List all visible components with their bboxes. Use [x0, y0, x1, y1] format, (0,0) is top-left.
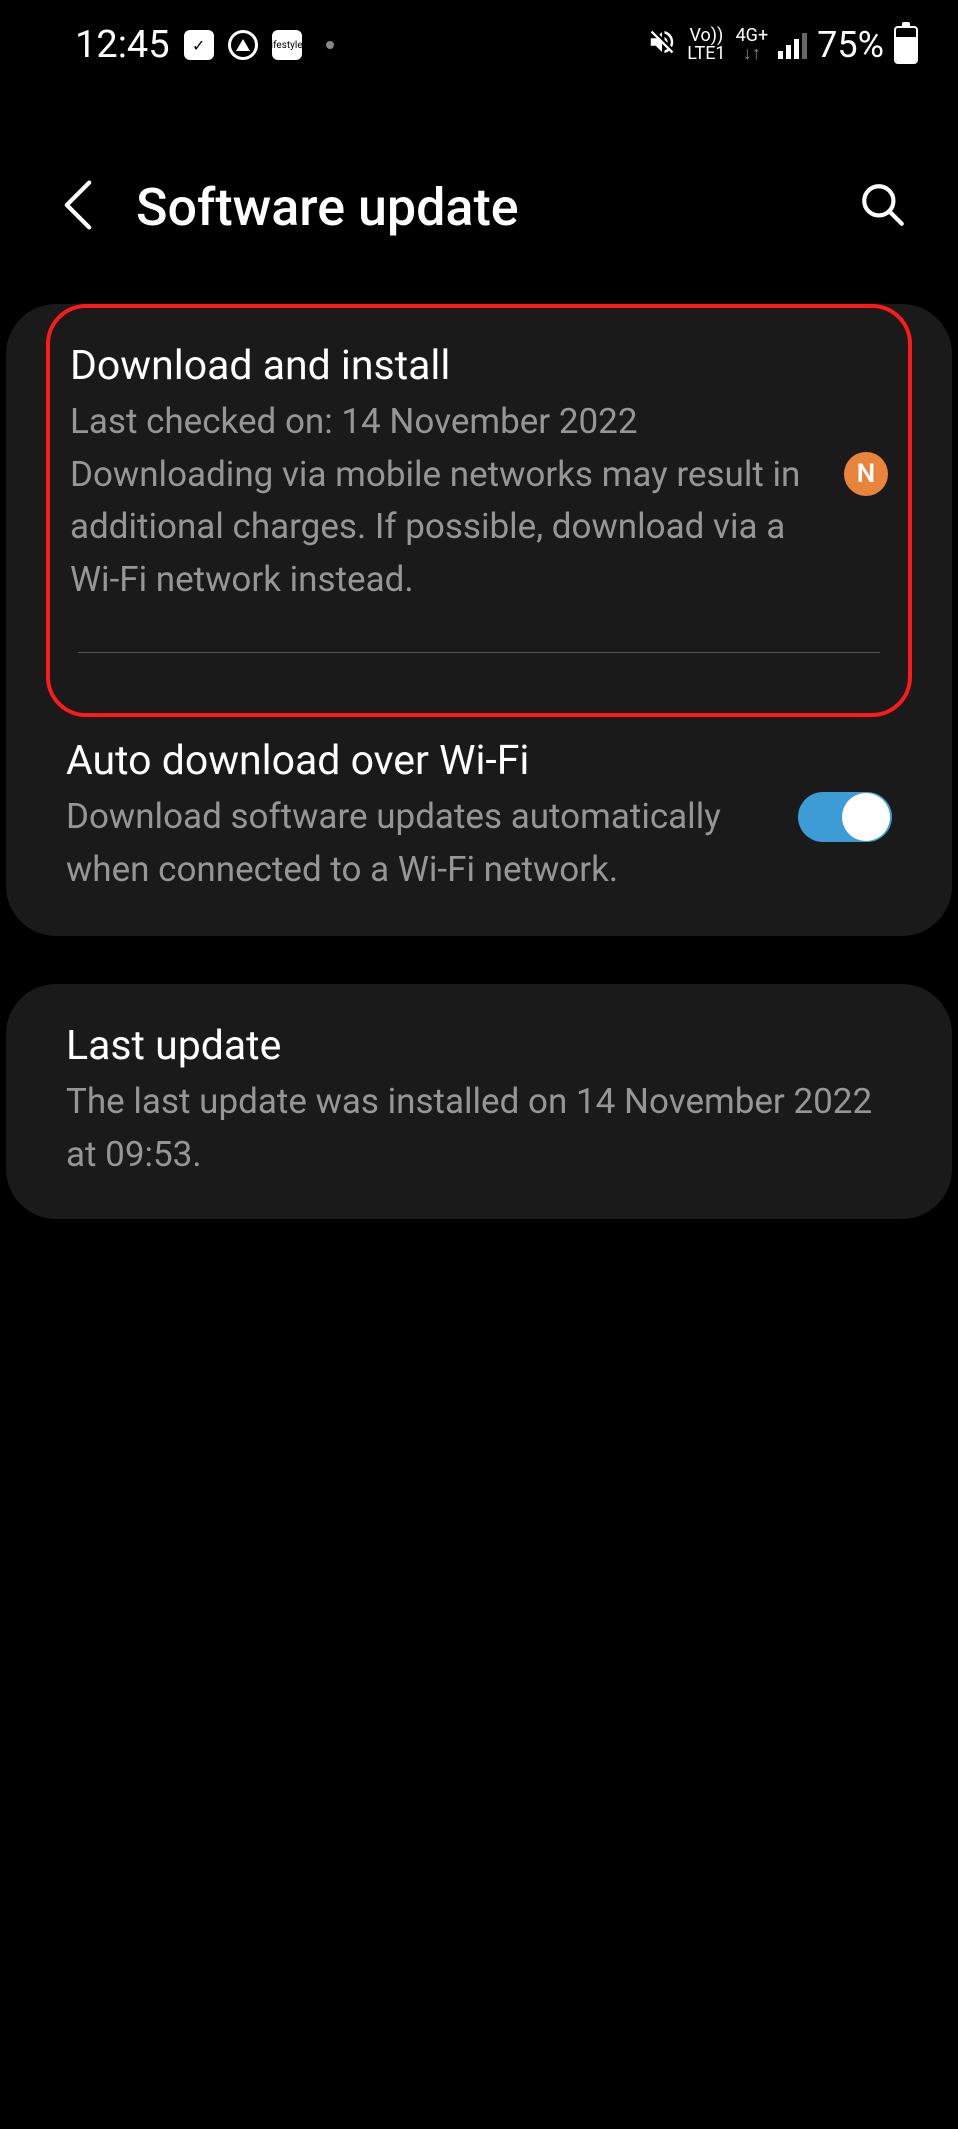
search-icon	[858, 180, 908, 230]
download-install-last-checked: Last checked on: 14 November 2022	[70, 396, 814, 449]
last-update-desc: The last update was installed on 14 Nove…	[66, 1076, 892, 1181]
last-update-item[interactable]: Last update The last update was installe…	[6, 984, 952, 1219]
auto-download-title: Auto download over Wi-Fi	[66, 737, 768, 785]
auto-download-desc: Download software updates automatically …	[66, 791, 768, 896]
more-notifications-icon	[326, 41, 334, 49]
chevron-left-icon	[60, 177, 96, 233]
status-left: 12:45 ✓ ifestyle	[75, 23, 334, 67]
divider	[78, 652, 880, 653]
content: Download and install Last checked on: 14…	[0, 304, 958, 1219]
auto-download-toggle[interactable]	[798, 792, 892, 842]
back-button[interactable]	[60, 177, 96, 237]
network-type-indicator: 4G+ ↓↑	[736, 27, 769, 63]
status-right: Vo)) LTE1 4G+ ↓↑ 75%	[647, 24, 918, 66]
last-update-title: Last update	[66, 1022, 892, 1070]
search-button[interactable]	[848, 170, 918, 244]
download-install-item[interactable]: Download and install Last checked on: 14…	[50, 308, 908, 713]
settings-card-2: Last update The last update was installe…	[6, 984, 952, 1219]
status-time: 12:45	[75, 23, 170, 67]
mute-icon	[647, 24, 677, 66]
toggle-knob	[842, 793, 890, 841]
checkbox-notification-icon: ✓	[184, 30, 214, 60]
data-arrows-icon: ↓↑	[743, 45, 761, 63]
app-notification-icon-2: ifestyle	[272, 30, 302, 60]
page-title: Software update	[136, 177, 808, 238]
page-header: Software update	[0, 90, 958, 304]
volte-indicator: Vo)) LTE1	[687, 27, 725, 63]
download-install-title: Download and install	[70, 342, 814, 390]
battery-percent: 75%	[817, 24, 884, 66]
signal-strength-icon	[778, 31, 807, 59]
battery-icon	[894, 26, 918, 64]
status-bar: 12:45 ✓ ifestyle Vo)) LTE1 4G+ ↓↑ 75%	[0, 0, 958, 90]
notification-badge: N	[844, 452, 888, 496]
auto-download-item[interactable]: Auto download over Wi-Fi Download softwa…	[6, 717, 952, 936]
highlighted-area: Download and install Last checked on: 14…	[46, 304, 912, 717]
settings-card-1: Download and install Last checked on: 14…	[6, 304, 952, 936]
download-install-warning: Downloading via mobile networks may resu…	[70, 449, 814, 607]
app-notification-icon	[228, 30, 258, 60]
